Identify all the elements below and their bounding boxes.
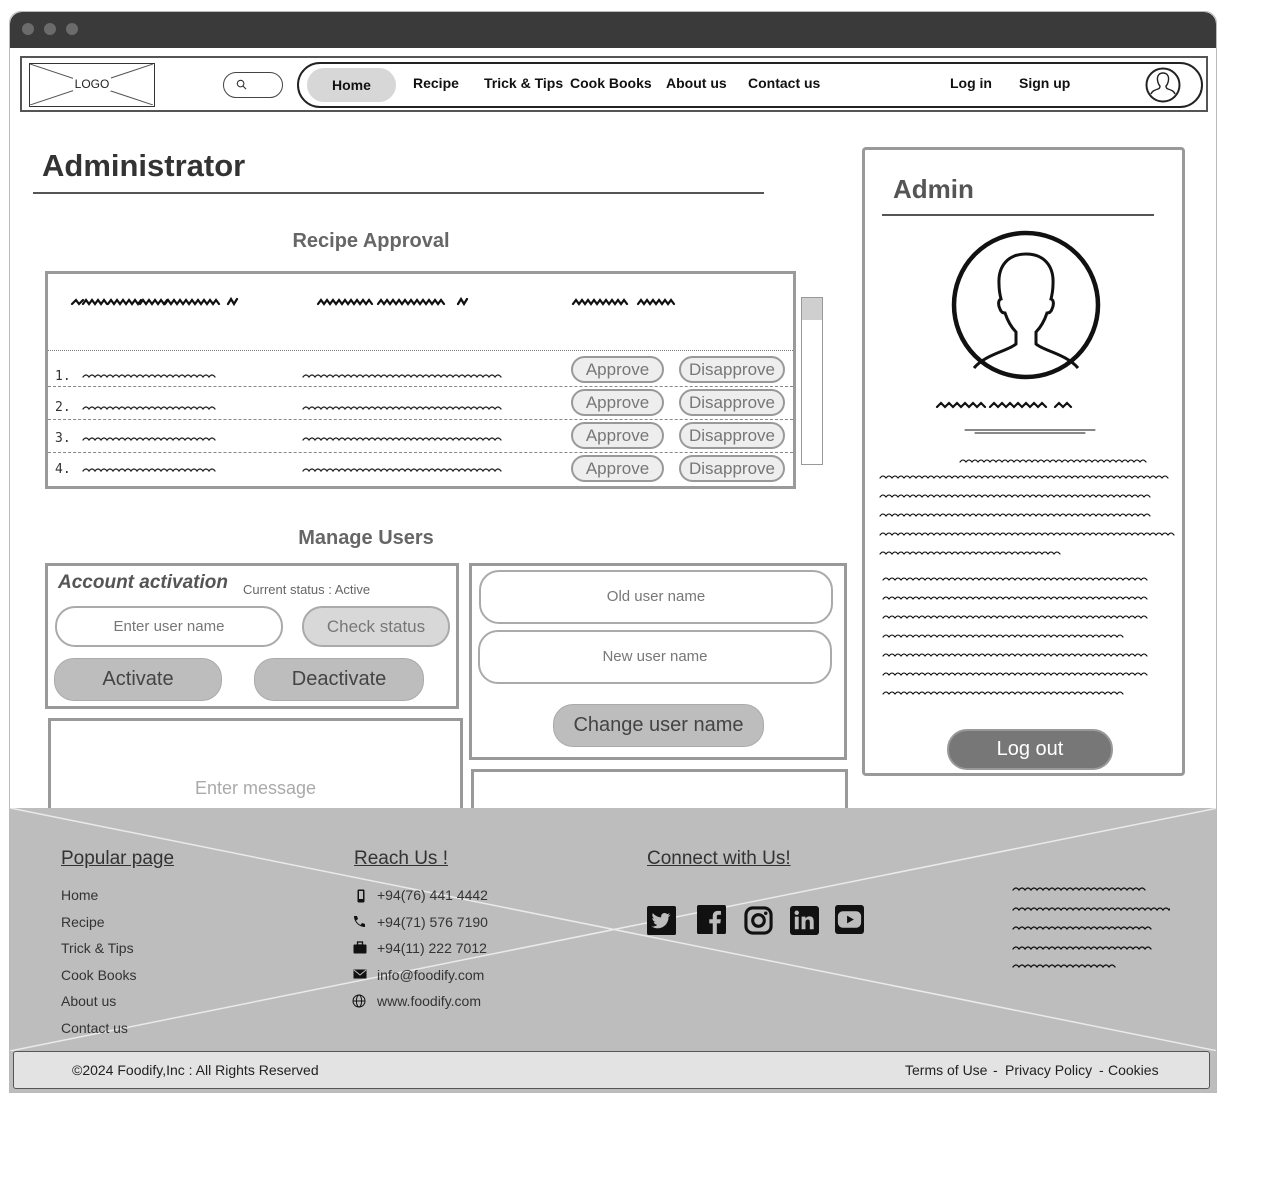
table-header-scribbles	[70, 296, 676, 307]
activate-button[interactable]: Activate	[54, 658, 222, 701]
popular-page-title: Popular page	[61, 848, 175, 869]
youtube-icon[interactable]	[835, 905, 864, 934]
nav-contact-us[interactable]: Contact us	[748, 75, 820, 91]
approve-button[interactable]: Approve	[571, 356, 664, 383]
logo-text-wrap: LOGO	[30, 77, 154, 91]
admin-panel-title: Admin	[893, 174, 974, 204]
browser-window: LOGO Home Recipe Trick & Tips Cook Books…	[9, 11, 1217, 1093]
footer-link-about-us[interactable]: About us	[61, 993, 116, 1009]
contact-office: +94(11) 222 7012	[377, 940, 487, 956]
nav-recipe[interactable]: Recipe	[413, 75, 459, 91]
site-header: LOGO Home Recipe Trick & Tips Cook Books…	[20, 56, 1208, 112]
table-row-scribbles	[82, 374, 502, 473]
old-username-input[interactable]: Old user name	[479, 570, 833, 624]
page-title: Administrator	[42, 148, 246, 183]
username-input[interactable]: Enter user name	[55, 606, 283, 647]
copyright-text: ©2024 Foodify,Inc : All Rights Reserved	[72, 1062, 319, 1078]
disapprove-button[interactable]: Disapprove	[679, 356, 785, 383]
mail-icon	[353, 969, 367, 979]
facebook-icon[interactable]	[697, 905, 726, 934]
footer-link-home[interactable]: Home	[61, 887, 98, 903]
nav-signup[interactable]: Sign up	[1019, 75, 1070, 91]
disapprove-button[interactable]: Disapprove	[679, 389, 785, 416]
row-number: 2.	[55, 400, 71, 415]
approve-button[interactable]: Approve	[571, 389, 664, 416]
footer-link-contact-us[interactable]: Contact us	[61, 1020, 128, 1036]
current-status: Current status : Active	[243, 582, 371, 597]
site-footer: Popular page Home Recipe Trick & Tips Co…	[10, 808, 1216, 1092]
globe-icon	[352, 994, 366, 1008]
terms-of-use-link[interactable]: Terms of Use	[905, 1062, 987, 1078]
title-divider	[33, 192, 764, 194]
cookies-link[interactable]: Cookies	[1108, 1062, 1159, 1078]
instagram-icon[interactable]	[744, 906, 773, 935]
mobile-phone-icon	[357, 889, 365, 903]
recipe-approval-title: Recipe Approval	[292, 230, 450, 252]
twitter-icon[interactable]	[647, 906, 676, 935]
approve-button[interactable]: Approve	[571, 422, 664, 449]
footer-link-trick-tips[interactable]: Trick & Tips	[61, 940, 134, 956]
logo-text: LOGO	[72, 77, 112, 91]
admin-avatar-icon	[951, 230, 1101, 380]
approve-button[interactable]: Approve	[571, 455, 664, 482]
main-navbar: Home Recipe Trick & Tips Cook Books Abou…	[297, 62, 1203, 108]
phone-icon	[354, 916, 365, 927]
disapprove-button[interactable]: Disapprove	[679, 455, 785, 482]
contact-email[interactable]: info@foodify.com	[377, 967, 484, 983]
window-maximize-dot[interactable]	[66, 23, 78, 35]
legal-separator: -	[1099, 1062, 1104, 1078]
row-number: 3.	[55, 431, 71, 446]
row-number: 1.	[55, 369, 71, 384]
nav-about-us[interactable]: About us	[666, 75, 727, 91]
search-icon	[236, 79, 247, 90]
footer-scribbles	[1012, 887, 1170, 968]
admin-title-divider	[882, 214, 1154, 216]
nav-cook-books[interactable]: Cook Books	[570, 75, 652, 91]
message-box[interactable]: Enter message	[48, 718, 463, 813]
footer-bottom-bar: ©2024 Foodify,Inc : All Rights Reserved …	[13, 1051, 1210, 1089]
message-placeholder: Enter message	[194, 778, 317, 798]
disapprove-button[interactable]: Disapprove	[679, 422, 785, 449]
row-number: 4.	[55, 462, 71, 477]
contact-website[interactable]: www.foodify.com	[377, 993, 481, 1009]
reach-us-title: Reach Us !	[354, 848, 448, 869]
table-header-divider	[48, 350, 793, 351]
check-status-button[interactable]: Check status	[302, 606, 450, 647]
deactivate-button[interactable]: Deactivate	[254, 658, 424, 701]
account-activation-title: Account activation	[58, 572, 228, 593]
change-username-button[interactable]: Change user name	[553, 704, 764, 747]
footer-link-recipe[interactable]: Recipe	[61, 914, 105, 930]
contact-phone: +94(71) 576 7190	[377, 914, 488, 930]
footer-link-cook-books[interactable]: Cook Books	[61, 967, 136, 983]
logout-button[interactable]: Log out	[947, 729, 1113, 770]
manage-users-title: Manage Users	[298, 527, 434, 549]
nav-trick-tips[interactable]: Trick & Tips	[484, 75, 563, 91]
window-titlebar	[10, 12, 1216, 48]
privacy-policy-link[interactable]: Privacy Policy	[1005, 1062, 1092, 1078]
admin-profile-scribbles	[879, 401, 1175, 695]
logo-placeholder[interactable]: LOGO	[29, 63, 155, 107]
admin-profile-panel: Admin Log out	[862, 147, 1185, 776]
recipe-approval-table: 1. 2. 3. 4. Approve Disapprove Approve D…	[45, 271, 796, 489]
approval-scrollbar[interactable]	[801, 297, 823, 465]
linkedin-icon[interactable]	[790, 906, 819, 935]
new-username-input[interactable]: New user name	[478, 630, 832, 684]
legal-separator: -	[993, 1062, 998, 1078]
change-username-panel: Old user name New user name Change user …	[469, 563, 847, 760]
contact-mobile: +94(76) 441 4442	[377, 887, 488, 903]
user-account-icon[interactable]	[1145, 67, 1181, 103]
search-box[interactable]	[223, 72, 283, 98]
nav-login[interactable]: Log in	[950, 75, 992, 91]
connect-title: Connect with Us!	[647, 848, 791, 869]
briefcase-icon	[353, 941, 367, 954]
window-close-dot[interactable]	[22, 23, 34, 35]
account-activation-panel: Account activation Current status : Acti…	[45, 563, 459, 709]
scrollbar-thumb[interactable]	[802, 298, 822, 320]
window-minimize-dot[interactable]	[44, 23, 56, 35]
nav-home[interactable]: Home	[307, 68, 396, 102]
